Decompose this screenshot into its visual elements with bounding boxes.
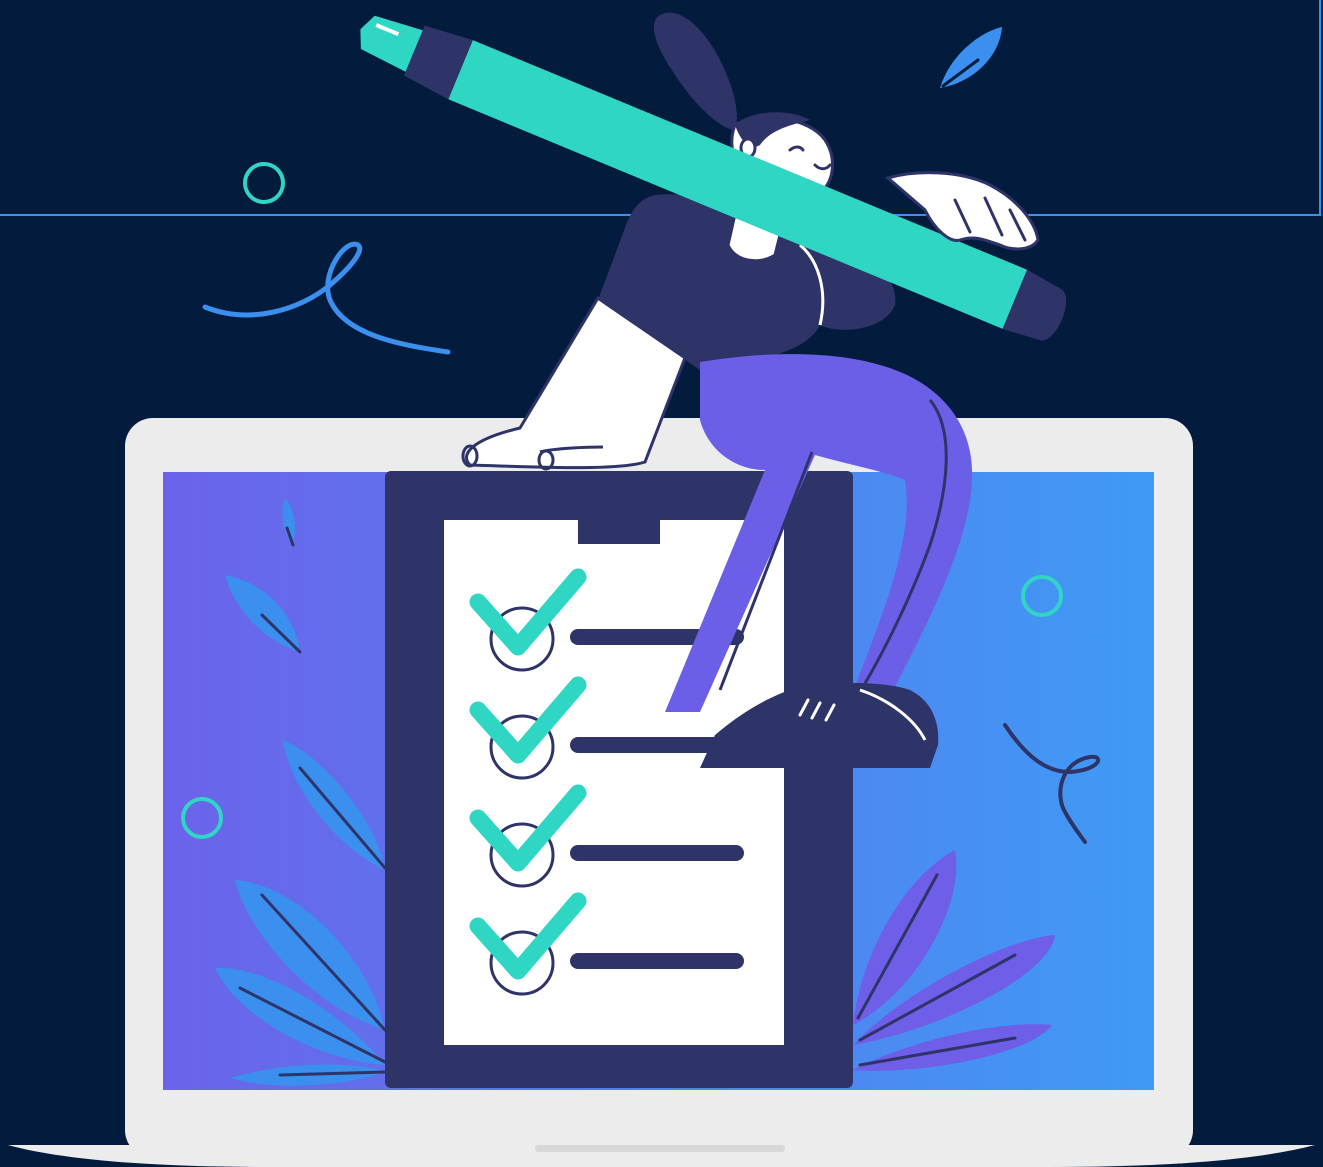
squiggle-icon xyxy=(202,241,451,355)
hair xyxy=(653,12,737,130)
illustration xyxy=(8,12,1315,1167)
clipboard-icon xyxy=(385,471,853,1088)
leaf-icon xyxy=(940,27,1002,88)
laptop-notch xyxy=(535,1145,785,1152)
ring-icon xyxy=(243,162,285,204)
clipboard-clip xyxy=(578,520,660,544)
